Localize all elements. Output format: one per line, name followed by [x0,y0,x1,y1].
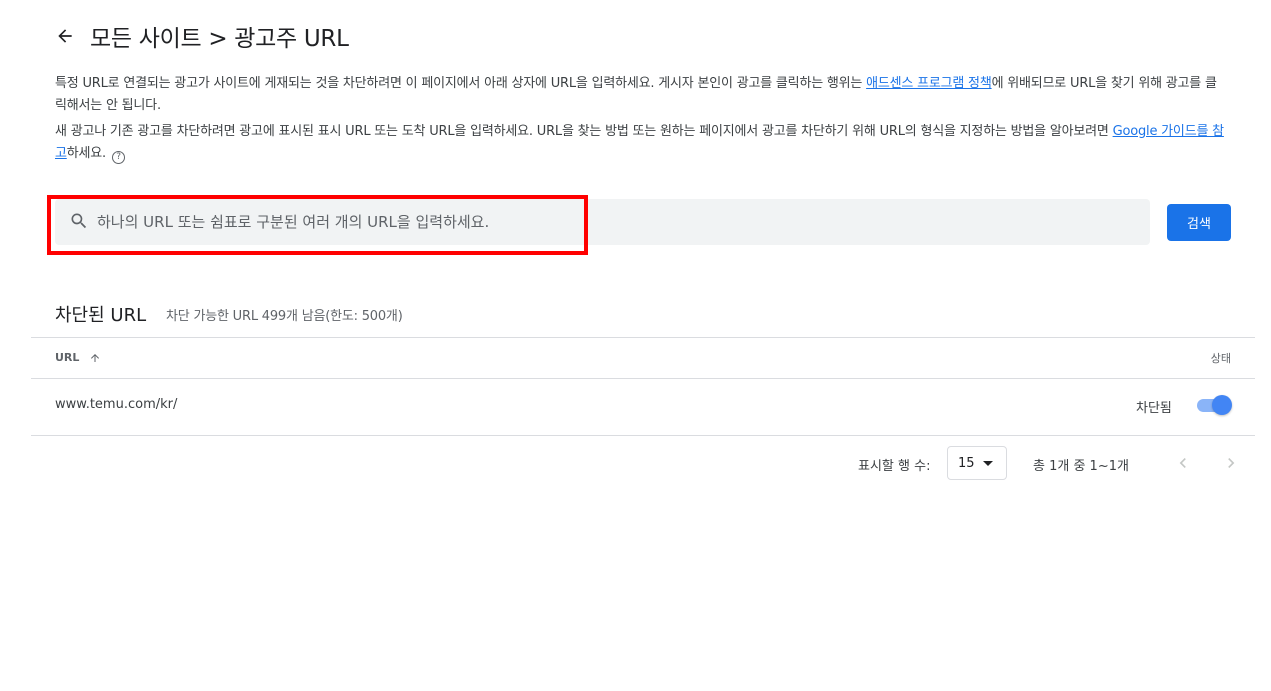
search-bar [55,199,1150,245]
status-column-header: 상태 [1210,352,1231,365]
chevron-right-icon[interactable] [1220,452,1242,474]
divider [31,378,1255,379]
description-paragraph-2: 새 광고나 기존 광고를 차단하려면 광고에 표시된 표시 URL 또는 도착 … [55,121,1227,165]
description-text: 하세요. [66,146,106,161]
url-column-header[interactable]: URL [55,351,101,364]
rows-per-page-label: 표시할 행 수: [858,459,931,474]
description-text: 새 광고나 기존 광고를 차단하려면 광고에 표시된 표시 URL 또는 도착 … [55,124,1113,139]
blocked-url-title: 차단된 URL [55,305,147,326]
url-column-label: URL [55,351,80,364]
page-title: 모든 사이트 > 광고주 URL [90,26,349,52]
pagination-range: 총 1개 중 1~1개 [1033,459,1129,474]
rows-per-page-value: 15 [958,455,975,471]
help-circle-icon[interactable]: ? [111,151,125,164]
arrow-back-icon[interactable] [54,25,76,47]
block-toggle[interactable] [1195,394,1232,416]
arrow-up-icon [91,353,100,362]
blocked-status-cell: 차단됨 [1136,401,1172,416]
description-text: 특정 URL로 연결되는 광고가 사이트에 게재되는 것을 차단하려면 이 페이… [55,76,867,91]
toggle-thumb [1212,395,1232,415]
chevron-left-icon[interactable] [1172,452,1194,474]
rows-per-page-select[interactable]: 15 [947,446,1007,480]
blocked-url-cell: www.temu.com/kr/ [55,397,178,412]
search-icon [71,213,87,229]
page-header: 모든 사이트 > 광고주 URL [54,20,349,52]
adsense-policy-link[interactable]: 애드센스 프로그램 정책 [866,76,992,91]
description-paragraph-1: 특정 URL로 연결되는 광고가 사이트에 게재되는 것을 차단하려면 이 페이… [55,73,1227,117]
divider [31,435,1255,436]
url-search-input[interactable] [97,199,1137,245]
divider [31,337,1255,338]
search-button[interactable]: 검색 [1167,204,1231,241]
blocked-url-quota: 차단 가능한 URL 499개 남음(한도: 500개) [166,309,403,324]
caret-down-icon [982,460,993,466]
